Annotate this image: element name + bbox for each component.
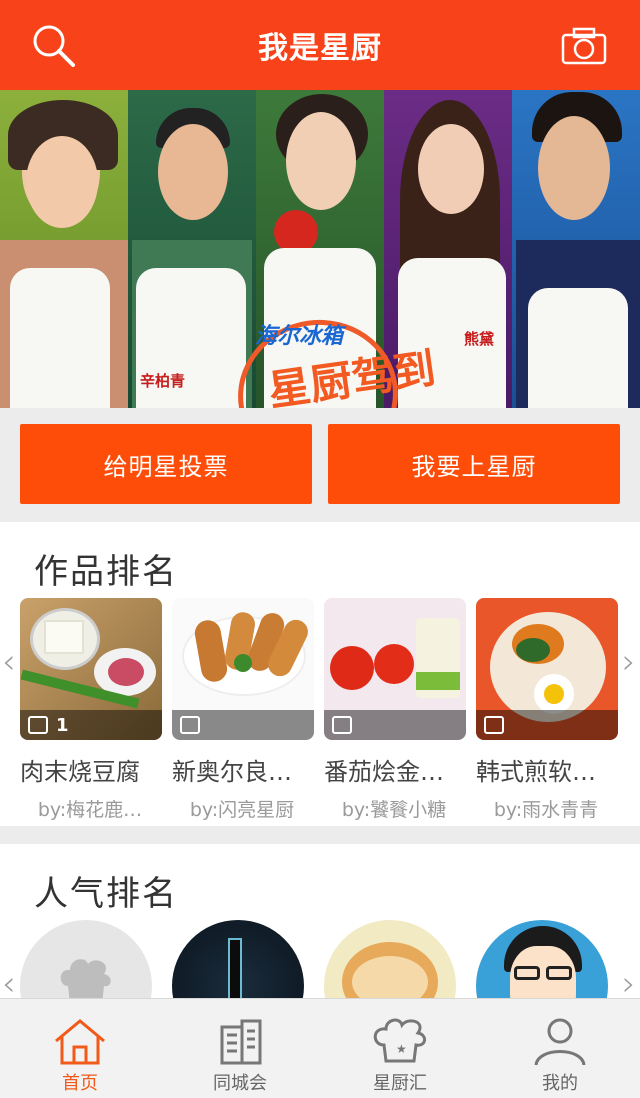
user-icon (534, 1018, 586, 1066)
dish-image (324, 598, 466, 740)
promo-banner[interactable]: 辛柏青 熊黛 海尔冰箱 星厨驾到 (0, 90, 640, 408)
work-author: by:梅花鹿… (37, 799, 143, 821)
dish-image: 1 (20, 598, 162, 740)
vote-star-button[interactable]: 给明星投票 (20, 424, 312, 504)
work-name: 番茄烩金… (324, 758, 444, 786)
banner-name-tag-2: 熊黛 (464, 330, 495, 348)
thumbs-up-icon (180, 716, 200, 734)
join-show-button[interactable]: 我要上星厨 (328, 424, 620, 504)
dish-image (172, 598, 314, 740)
tab-label: 首页 (62, 1073, 98, 1094)
tab-mine[interactable]: 我的 (480, 999, 640, 1098)
chef-hat-icon: ★ (373, 1018, 426, 1063)
work-author: by:饕餮小糖 (341, 799, 447, 821)
scroll-left-icon[interactable]: ‹ (2, 642, 16, 682)
search-icon[interactable] (30, 22, 78, 70)
page-title: 我是星厨 (258, 31, 382, 66)
work-name: 肉末烧豆腐 (20, 758, 140, 786)
thumbs-up-icon (28, 716, 48, 734)
scroll-right-icon[interactable]: › (622, 642, 636, 682)
banner-panel-1 (0, 90, 128, 408)
like-count: 1 (56, 714, 69, 736)
work-author: by:雨水青青 (493, 799, 599, 821)
tab-label: 同城会 (213, 1073, 267, 1094)
glasses-image (514, 966, 540, 980)
like-bar[interactable]: 1 (20, 710, 162, 740)
tab-home[interactable]: 首页 (0, 999, 160, 1098)
tab-local-club[interactable]: 同城会 (160, 999, 320, 1098)
building-icon (220, 1019, 262, 1065)
work-name: 新奥尔良… (172, 758, 292, 786)
thumbs-up-icon (484, 716, 504, 734)
home-icon (55, 1019, 105, 1065)
tab-label: 我的 (542, 1073, 578, 1094)
app-root: 我是星厨 辛柏青 熊黛 海尔冰箱 星厨驾到 给明星投票 我要上星厨 作品排名 ‹… (0, 0, 640, 1098)
works-ranking-section: 作品排名 ‹ › 1 肉末烧豆腐 by:梅花鹿… 新奥尔良… by:闪亮星厨 番… (0, 522, 640, 826)
like-bar[interactable] (324, 710, 466, 740)
camera-icon[interactable] (560, 26, 608, 66)
action-area: 给明星投票 我要上星厨 (0, 408, 640, 522)
bottom-tab-bar: 首页 同城会 ★ 星厨汇 我的 (0, 998, 640, 1098)
work-name: 韩式煎软… (476, 758, 596, 786)
dish-image (476, 598, 618, 740)
popularity-ranking-section: 人气排名 ‹ › (0, 844, 640, 1052)
banner-name-tag-1: 辛柏青 (140, 372, 186, 390)
work-card[interactable]: 新奥尔良… by:闪亮星厨 (172, 598, 314, 822)
sponsor-logo: 海尔冰箱 (255, 324, 344, 349)
section-title-popular: 人气排名 (34, 874, 178, 914)
work-card[interactable]: 1 肉末烧豆腐 by:梅花鹿… (20, 598, 162, 822)
work-card[interactable]: 番茄烩金… by:饕餮小糖 (324, 598, 466, 822)
top-bar: 我是星厨 (0, 0, 640, 90)
like-bar[interactable] (476, 710, 618, 740)
banner-panel-2: 辛柏青 (128, 90, 256, 408)
work-card[interactable]: 韩式煎软… by:雨水青青 (476, 598, 618, 822)
svg-text:★: ★ (396, 1042, 407, 1056)
work-author: by:闪亮星厨 (189, 799, 295, 821)
tab-chef-hub[interactable]: ★ 星厨汇 (320, 999, 480, 1098)
tab-label: 星厨汇 (373, 1073, 427, 1094)
section-title-works: 作品排名 (34, 552, 178, 592)
banner-panel-5 (512, 90, 640, 408)
thumbs-up-icon (332, 716, 352, 734)
like-bar[interactable] (172, 710, 314, 740)
